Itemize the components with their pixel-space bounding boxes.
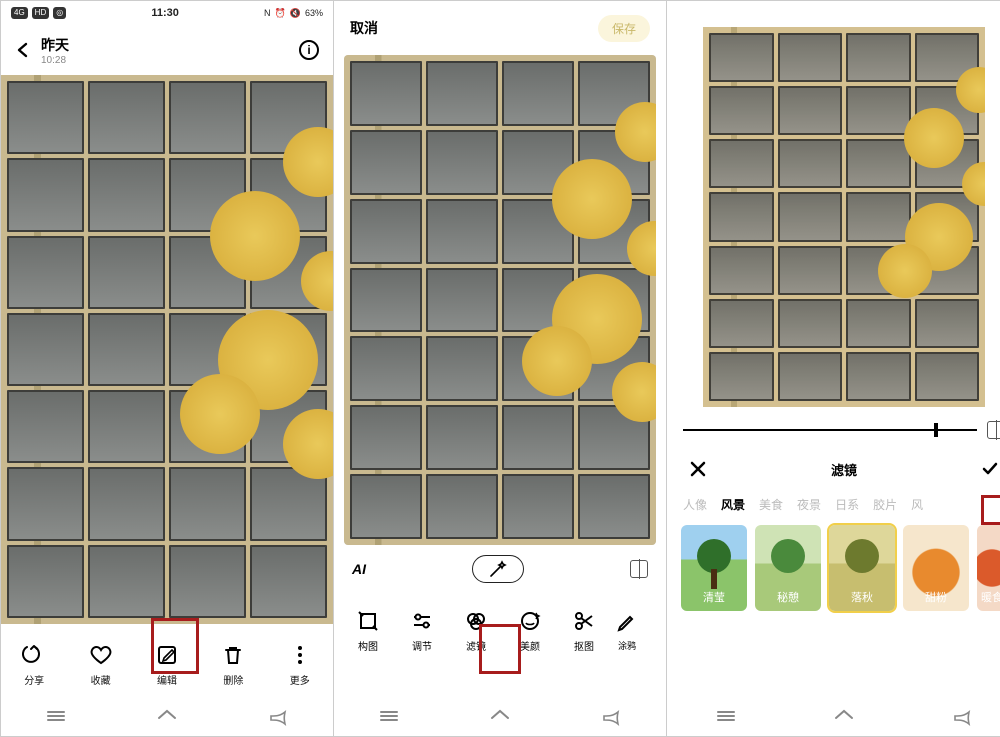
tool-doodle[interactable]: 涂鸦	[612, 609, 642, 652]
confirm-button[interactable]	[981, 460, 999, 478]
editor-header: 取消 保存	[334, 1, 666, 55]
filter-categories: 人像 风景 美食 夜景 日系 胶片 风	[667, 489, 1000, 519]
edit-button[interactable]: 编辑	[142, 642, 192, 687]
face-icon	[517, 608, 543, 634]
scissors-icon	[571, 608, 597, 634]
compare-icon[interactable]	[630, 560, 648, 578]
filter-card[interactable]: 清莹	[681, 525, 747, 611]
system-navbar	[334, 696, 666, 736]
status-bar: 4GHD◎ 11:30 N⏰🔇63%	[1, 1, 333, 25]
viewer-header: 昨天 10:28 i	[1, 25, 333, 75]
filter-thumbnails: 清莹 秘憩 落秋 甜粉 暖食	[667, 519, 1000, 619]
trash-icon	[220, 642, 246, 668]
home-button[interactable]	[156, 705, 178, 727]
cat-food[interactable]: 美食	[759, 496, 783, 513]
save-button[interactable]: 保存	[598, 15, 650, 42]
filter-screen: 滤镜 人像 风景 美食 夜景 日系 胶片 风 清莹 秘憩 落秋 甜粉 暖食	[667, 1, 1000, 736]
magic-wand-button[interactable]	[472, 555, 524, 583]
cancel-button[interactable]: 取消	[350, 18, 378, 38]
pencil-icon	[614, 609, 640, 635]
filter-icon	[463, 608, 489, 634]
sliders-icon	[409, 608, 435, 634]
ai-icon[interactable]: AI	[352, 561, 366, 577]
back-button[interactable]	[267, 705, 289, 727]
header-title: 昨天	[41, 35, 69, 55]
intensity-row	[667, 415, 1000, 449]
system-navbar	[1, 696, 333, 736]
home-button[interactable]	[833, 705, 855, 727]
home-button[interactable]	[489, 705, 511, 727]
delete-button[interactable]: 删除	[208, 642, 258, 687]
recents-button[interactable]	[378, 705, 400, 727]
tool-beauty[interactable]: 美颜	[504, 608, 556, 653]
tool-filter[interactable]: 滤镜	[450, 608, 502, 653]
edit-icon	[154, 642, 180, 668]
cat-more[interactable]: 风	[911, 496, 923, 513]
cat-portrait[interactable]: 人像	[683, 496, 707, 513]
more-button[interactable]: 更多	[275, 642, 325, 687]
tool-cutout[interactable]: 抠图	[558, 608, 610, 653]
compare-icon[interactable]	[987, 421, 1000, 439]
gallery-viewer-screen: 4GHD◎ 11:30 N⏰🔇63% 昨天 10:28 i	[1, 1, 334, 736]
share-icon	[21, 642, 47, 668]
cat-night[interactable]: 夜景	[797, 496, 821, 513]
share-button[interactable]: 分享	[9, 642, 59, 687]
back-icon[interactable]	[15, 42, 31, 58]
cat-japanese[interactable]: 日系	[835, 496, 859, 513]
tool-adjust[interactable]: 调节	[396, 608, 448, 653]
filter-title: 滤镜	[831, 460, 857, 479]
filtered-preview[interactable]	[703, 27, 985, 407]
cat-film[interactable]: 胶片	[873, 496, 897, 513]
heart-icon	[88, 642, 114, 668]
intensity-slider[interactable]	[683, 429, 977, 431]
magic-row: AI	[334, 545, 666, 593]
crop-icon	[355, 608, 381, 634]
recents-button[interactable]	[715, 705, 737, 727]
filter-card[interactable]: 秘憩	[755, 525, 821, 611]
recents-button[interactable]	[45, 705, 67, 727]
close-button[interactable]	[689, 460, 707, 478]
photo-preview[interactable]	[1, 75, 333, 624]
header-subtitle: 10:28	[41, 55, 69, 66]
filter-card-selected[interactable]: 落秋	[829, 525, 895, 611]
filter-card[interactable]: 暖食	[977, 525, 1000, 611]
favorite-button[interactable]: 收藏	[76, 642, 126, 687]
tool-compose[interactable]: 构图	[342, 608, 394, 653]
back-button[interactable]	[600, 705, 622, 727]
more-icon	[287, 642, 313, 668]
info-icon[interactable]: i	[299, 40, 319, 60]
filter-card[interactable]: 甜粉	[903, 525, 969, 611]
cat-scenery[interactable]: 风景	[721, 496, 745, 513]
system-navbar	[667, 696, 1000, 736]
editor-tools: 构图 调节 滤镜 美颜 抠图 涂鸦	[334, 593, 666, 667]
editor-screen: 取消 保存 AI	[334, 1, 667, 736]
filter-header: 滤镜	[667, 449, 1000, 489]
photo-canvas[interactable]	[344, 55, 656, 545]
bottom-actions: 分享 收藏 编辑 删除 更多	[1, 624, 333, 696]
back-button[interactable]	[951, 705, 973, 727]
